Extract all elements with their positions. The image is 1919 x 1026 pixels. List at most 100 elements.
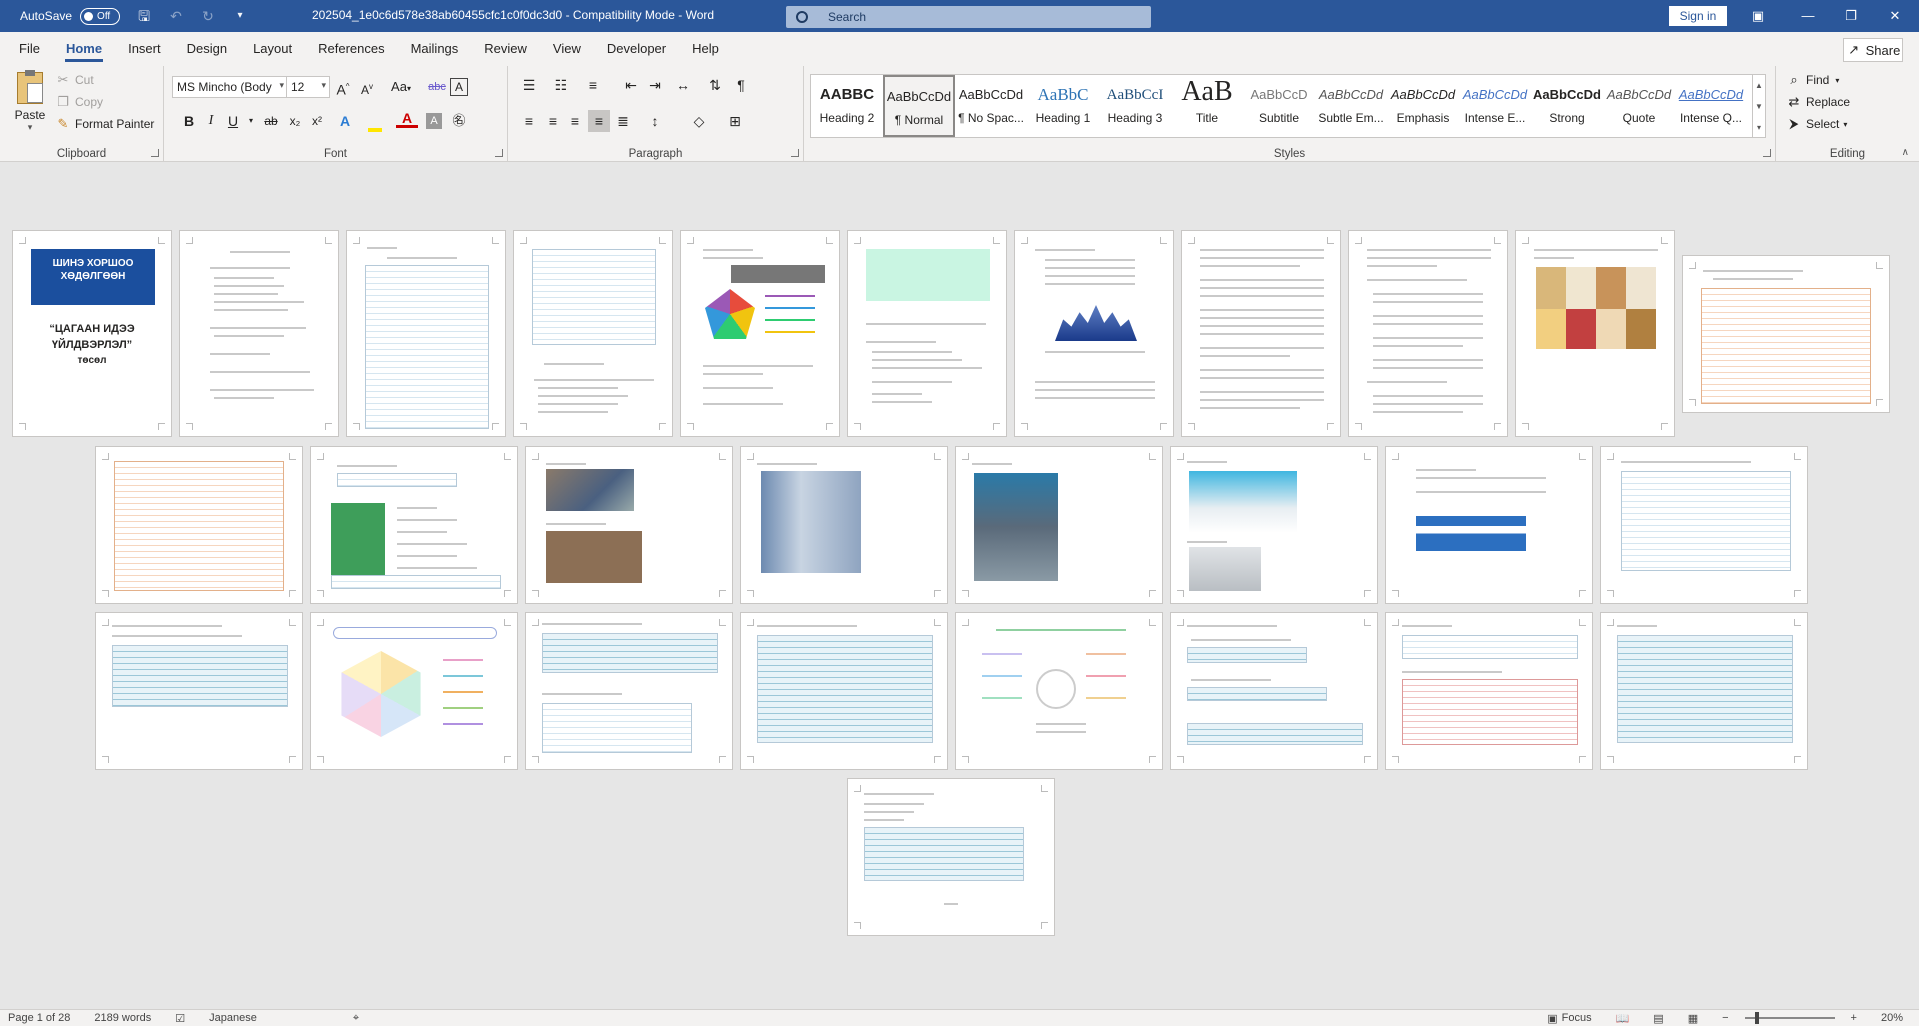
page-thumbnail[interactable]	[1014, 230, 1174, 437]
paragraph-launcher-icon[interactable]	[791, 149, 799, 157]
page-thumbnail[interactable]	[310, 446, 518, 604]
focus-icon[interactable]: ▣	[1547, 1012, 1557, 1025]
justify-icon[interactable]: ≡	[588, 110, 610, 132]
document-canvas[interactable]: ШИНЭ ХОРШОО ХӨДӨЛГӨӨН “ЦАГААН ИДЭЭ ҮЙЛДВ…	[0, 163, 1919, 1009]
page-thumbnail[interactable]	[525, 612, 733, 770]
tab-references[interactable]: References	[305, 32, 397, 66]
font-launcher-icon[interactable]	[495, 149, 503, 157]
tab-layout[interactable]: Layout	[240, 32, 305, 66]
page-thumbnail[interactable]	[1385, 612, 1593, 770]
line-spacing-icon[interactable]: ↕	[644, 110, 666, 132]
tab-file[interactable]: File	[6, 32, 53, 66]
show-formatting-icon[interactable]: ¶	[730, 74, 752, 96]
tab-developer[interactable]: Developer	[594, 32, 679, 66]
zoom-thumb[interactable]	[1754, 1012, 1759, 1024]
style-emphasis[interactable]: AaBbCcDd Emphasis	[1387, 75, 1459, 137]
grow-font-icon[interactable]: A^	[332, 76, 354, 98]
page-thumbnail[interactable]	[1170, 612, 1378, 770]
bullets-icon[interactable]: ☰	[518, 74, 540, 96]
style-subtitle[interactable]: AaBbCcD Subtitle	[1243, 75, 1315, 137]
format-painter-button[interactable]: ✎ Format Painter	[55, 116, 155, 132]
asian-layout-icon[interactable]: ↔	[672, 74, 694, 96]
bold-button[interactable]: B	[178, 110, 200, 132]
language[interactable]: Japanese	[209, 1012, 257, 1024]
page-thumbnail[interactable]	[179, 230, 339, 437]
more-styles-icon[interactable]: ▾	[1753, 117, 1765, 138]
tab-home[interactable]: Home	[53, 32, 115, 66]
align-center-icon[interactable]: ≡	[542, 110, 564, 132]
zoom-slider[interactable]	[1744, 1012, 1835, 1024]
page-thumbnail[interactable]	[740, 612, 948, 770]
page-thumbnail[interactable]	[680, 230, 840, 437]
page-thumbnail[interactable]	[847, 778, 1055, 936]
font-size-combo[interactable]: 12 ▾	[286, 76, 330, 98]
page-count[interactable]: Page 1 of 28	[8, 1012, 70, 1024]
proofing-icon[interactable]: ☑	[175, 1012, 185, 1025]
character-shading-icon[interactable]: A	[426, 113, 442, 129]
page-thumbnail[interactable]	[1385, 446, 1593, 604]
find-button[interactable]: ⌕ Find ▾	[1786, 72, 1839, 88]
page-thumbnail[interactable]	[1181, 230, 1341, 437]
zoom-level[interactable]: 20%	[1881, 1012, 1903, 1024]
cut-button[interactable]: ✂ Cut	[55, 72, 94, 88]
page-thumbnail[interactable]	[1515, 230, 1675, 437]
page-thumbnail[interactable]	[1600, 446, 1808, 604]
shrink-font-icon[interactable]: Av	[356, 76, 378, 98]
collapse-ribbon-icon[interactable]: ∧	[1902, 147, 1909, 158]
select-button[interactable]: ⮞ Select ▾	[1786, 116, 1847, 132]
page-thumbnail[interactable]	[95, 446, 303, 604]
style-intense-emphasis[interactable]: AaBbCcDd Intense E...	[1459, 75, 1531, 137]
paste-dropdown-icon[interactable]: ▾	[12, 122, 48, 133]
numbering-icon[interactable]: ☷	[550, 74, 572, 96]
decrease-indent-icon[interactable]: ⇤	[620, 74, 642, 96]
share-button[interactable]: ↗ Share	[1843, 38, 1903, 62]
page-thumbnail[interactable]	[1170, 446, 1378, 604]
styles-launcher-icon[interactable]	[1763, 149, 1771, 157]
autosave[interactable]: AutoSave Off	[20, 7, 121, 25]
print-layout-icon[interactable]: ▤	[1653, 1012, 1663, 1025]
font-name-combo[interactable]: MS Mincho (Body ▾	[172, 76, 288, 98]
underline-dropdown-icon[interactable]: ▾	[240, 110, 262, 132]
restore-icon[interactable]: ❐	[1843, 8, 1859, 24]
web-layout-icon[interactable]: ▦	[1688, 1012, 1698, 1025]
style-heading-2[interactable]: AABBC Heading 2	[811, 75, 883, 137]
align-left-icon[interactable]: ≡	[518, 110, 540, 132]
style-strong[interactable]: AaBbCcDd Strong	[1531, 75, 1603, 137]
tab-review[interactable]: Review	[471, 32, 540, 66]
borders-icon[interactable]: ⊞	[724, 110, 746, 132]
customize-toolbar-icon[interactable]: ▾	[232, 8, 248, 24]
style-title[interactable]: AaB Title	[1171, 75, 1243, 137]
style-intense-quote[interactable]: AaBbCcDd Intense Q...	[1675, 75, 1747, 137]
word-count[interactable]: 2189 words	[94, 1012, 151, 1024]
sign-in-button[interactable]: Sign in	[1669, 6, 1727, 26]
tab-design[interactable]: Design	[174, 32, 240, 66]
page-thumbnail[interactable]	[513, 230, 673, 437]
minimize-icon[interactable]: —	[1800, 8, 1816, 24]
replace-button[interactable]: ⇄ Replace	[1786, 94, 1850, 110]
font-color-icon[interactable]: A	[396, 110, 418, 128]
zoom-out-icon[interactable]: −	[1722, 1012, 1728, 1024]
text-effects-icon[interactable]: A	[334, 110, 356, 132]
style-quote[interactable]: AaBbCcDd Quote	[1603, 75, 1675, 137]
shading-icon[interactable]: ◇	[688, 110, 710, 132]
page-thumbnail[interactable]	[955, 446, 1163, 604]
enclose-characters-icon[interactable]: ㊔	[448, 110, 470, 132]
multilevel-list-icon[interactable]: ≡	[582, 74, 604, 96]
page-thumbnail[interactable]	[95, 612, 303, 770]
style-subtle-emphasis[interactable]: AaBbCcDd Subtle Em...	[1315, 75, 1387, 137]
increase-indent-icon[interactable]: ⇥	[644, 74, 666, 96]
search-box[interactable]: Search	[786, 6, 1151, 28]
subscript-button[interactable]: x₂	[284, 110, 306, 132]
paste-button[interactable]: Paste ▾	[12, 70, 48, 133]
style-heading-3[interactable]: AaBbCcI Heading 3	[1099, 75, 1171, 137]
page-thumbnail[interactable]	[525, 446, 733, 604]
tab-insert[interactable]: Insert	[115, 32, 174, 66]
tab-help[interactable]: Help	[679, 32, 732, 66]
page-thumbnail[interactable]	[740, 446, 948, 604]
italic-button[interactable]: I	[200, 110, 222, 132]
read-mode-icon[interactable]: 📖	[1616, 1012, 1630, 1025]
page-thumbnail[interactable]	[955, 612, 1163, 770]
align-right-icon[interactable]: ≡	[564, 110, 586, 132]
page-thumbnail[interactable]	[1600, 612, 1808, 770]
zoom-in-icon[interactable]: +	[1851, 1012, 1857, 1024]
